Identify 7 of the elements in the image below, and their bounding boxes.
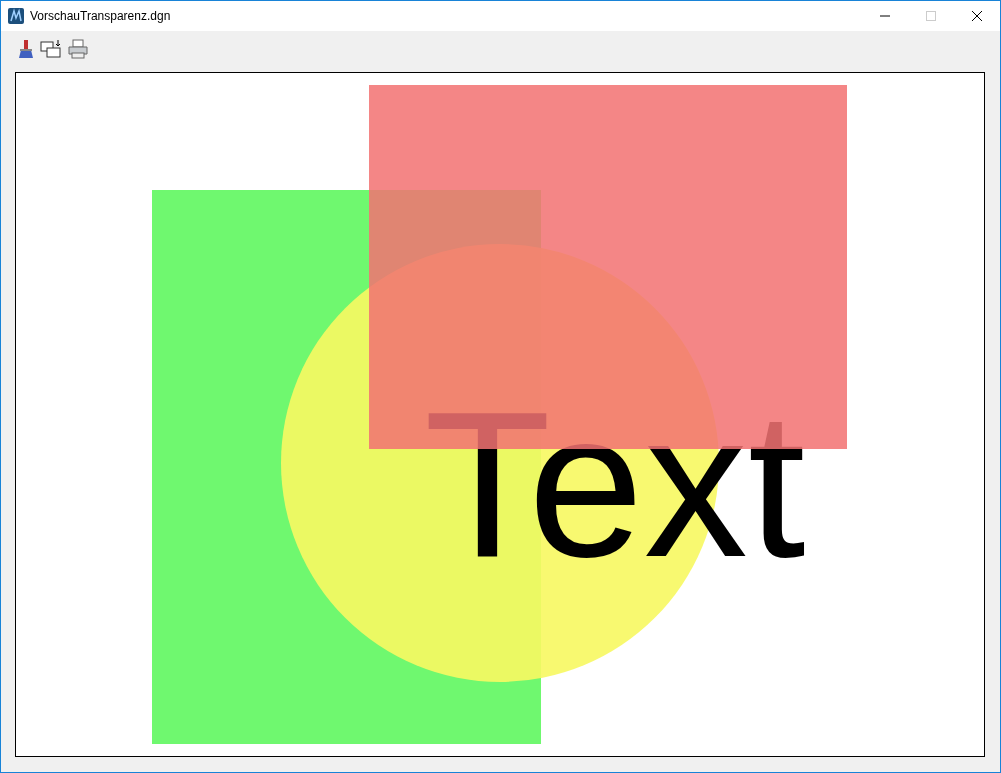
app-icon [8, 8, 24, 24]
maximize-icon [926, 11, 936, 21]
paint-brush-icon[interactable] [17, 39, 35, 59]
close-icon [972, 11, 982, 21]
window-title: VorschauTransparenz.dgn [30, 9, 171, 23]
windows-arrow-icon[interactable] [40, 39, 62, 59]
printer-icon[interactable] [67, 39, 89, 59]
